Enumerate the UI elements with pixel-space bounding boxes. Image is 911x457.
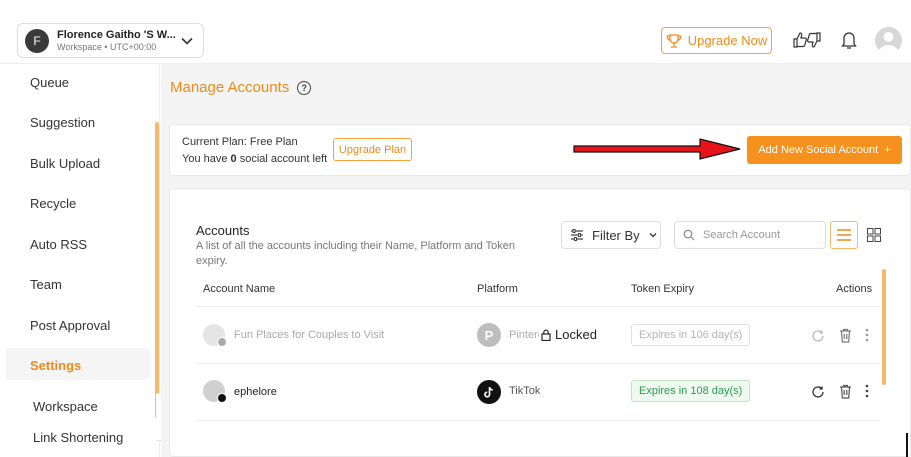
token-expiry-badge: Expires in 106 day(s) [631,324,751,346]
red-arrow-annotation [573,138,741,160]
accounts-description: A list of all the accounts including the… [196,240,515,267]
help-icon[interactable]: ? [297,80,312,95]
account-name: ephelore [234,386,277,398]
more-options-icon[interactable] [865,384,869,398]
sliders-icon [571,229,583,241]
grid-icon [867,228,881,242]
refresh-icon[interactable] [811,329,825,343]
edge-mark [906,433,908,457]
column-header-token-expiry: Token Expiry [631,283,694,295]
search-icon [683,229,695,241]
search-box [674,221,826,249]
sidebar-subitem-link-shortening[interactable]: Link Shortening [33,430,123,445]
tiktok-icon [477,380,501,404]
platform-name: TikTok [509,385,541,397]
workspace-text: Florence Gaitho 'S W... Workspace • UTC+… [57,29,176,53]
pinterest-icon: P [477,323,501,347]
user-avatar[interactable] [875,27,902,54]
list-view-button[interactable] [830,221,858,249]
accounts-title: Accounts [196,223,250,238]
refresh-icon[interactable] [811,385,825,399]
trash-icon[interactable] [839,384,852,399]
sidebar-item-team[interactable]: Team [30,277,62,292]
plus-icon: + [884,144,891,156]
upgrade-plan-button[interactable]: Upgrade Plan [333,138,412,161]
sidebar-item-suggestion[interactable]: Suggestion [30,115,95,130]
more-options-icon[interactable] [865,328,869,342]
tiktok-logo-icon [484,386,493,398]
sidebar-item-post-approval[interactable]: Post Approval [30,318,110,333]
workspace-name: Florence Gaitho 'S W... [57,28,176,41]
search-input[interactable] [703,229,813,241]
grid-view-button[interactable] [860,221,888,249]
column-header-actions: Actions [836,283,873,295]
chevron-down-icon [181,37,193,45]
accounts-card: Accounts A list of all the accounts incl… [169,188,911,457]
add-social-account-label: Add New Social Account [758,144,879,156]
page-title: Manage Accounts ? [170,79,312,96]
sidebar: Queue Suggestion Bulk Upload Recycle Aut… [0,64,160,457]
upgrade-now-label: Upgrade Now [687,33,768,48]
sidebar-item-queue[interactable]: Queue [30,75,69,90]
add-social-account-button[interactable]: Add New Social Account + [747,136,902,164]
column-header-account-name: Account Name [203,283,276,295]
plan-info: Current Plan: Free Plan You have 0 socia… [182,134,327,168]
sidebar-subitem-workspace[interactable]: Workspace [33,399,98,414]
filter-by-label: Filter By [592,227,640,243]
locked-label: Locked [555,327,597,342]
column-header-platform: Platform [477,283,518,295]
workspace-switcher[interactable]: F Florence Gaitho 'S W... Workspace • UT… [17,23,204,58]
account-name: Fun Places for Couples to Visit [234,329,385,341]
upgrade-now-button[interactable]: Upgrade Now [661,27,772,54]
sidebar-item-auto-rss[interactable]: Auto RSS [30,237,87,252]
user-avatar-icon [878,32,899,54]
main-content: Manage Accounts ? Current Plan: Free Pla… [161,64,911,457]
header-divider [196,306,880,307]
top-header: F Florence Gaitho 'S W... Workspace • UT… [0,0,911,64]
locked-indicator: Locked [541,327,597,342]
current-plan-label: Current Plan: [182,136,247,148]
pinterest-badge-icon [217,337,227,347]
sidebar-item-settings[interactable]: Settings [30,358,81,373]
workspace-subtitle: Workspace • UTC+00:00 [57,41,157,52]
table-scrollbar[interactable] [882,269,886,385]
you-have-text: You have [182,153,228,165]
list-icon [837,229,851,241]
trash-icon[interactable] [839,328,852,343]
sidebar-scrollbar[interactable] [155,122,159,418]
filter-by-dropdown[interactable]: Filter By [561,221,661,249]
token-expiry-badge: Expires in 108 day(s) [631,380,751,402]
row-divider [196,420,880,421]
platform-name: Pinterest [509,329,539,341]
social-left-text: social account left [239,153,328,165]
bell-icon[interactable] [840,30,858,50]
account-count: 0 [230,153,237,165]
trophy-icon [666,33,681,48]
current-plan-value: Free Plan [249,136,298,148]
sidebar-item-recycle[interactable]: Recycle [30,196,76,211]
page-title-text: Manage Accounts [170,79,290,96]
workspace-avatar: F [25,28,49,53]
tiktok-badge-icon [217,393,227,403]
lock-icon [541,329,551,341]
sidebar-item-bulk-upload[interactable]: Bulk Upload [30,156,100,171]
thumbs-feedback-icon[interactable] [792,30,822,50]
row-divider [196,363,880,364]
chevron-down-icon [649,233,657,238]
plan-card: Current Plan: Free Plan You have 0 socia… [169,124,911,176]
